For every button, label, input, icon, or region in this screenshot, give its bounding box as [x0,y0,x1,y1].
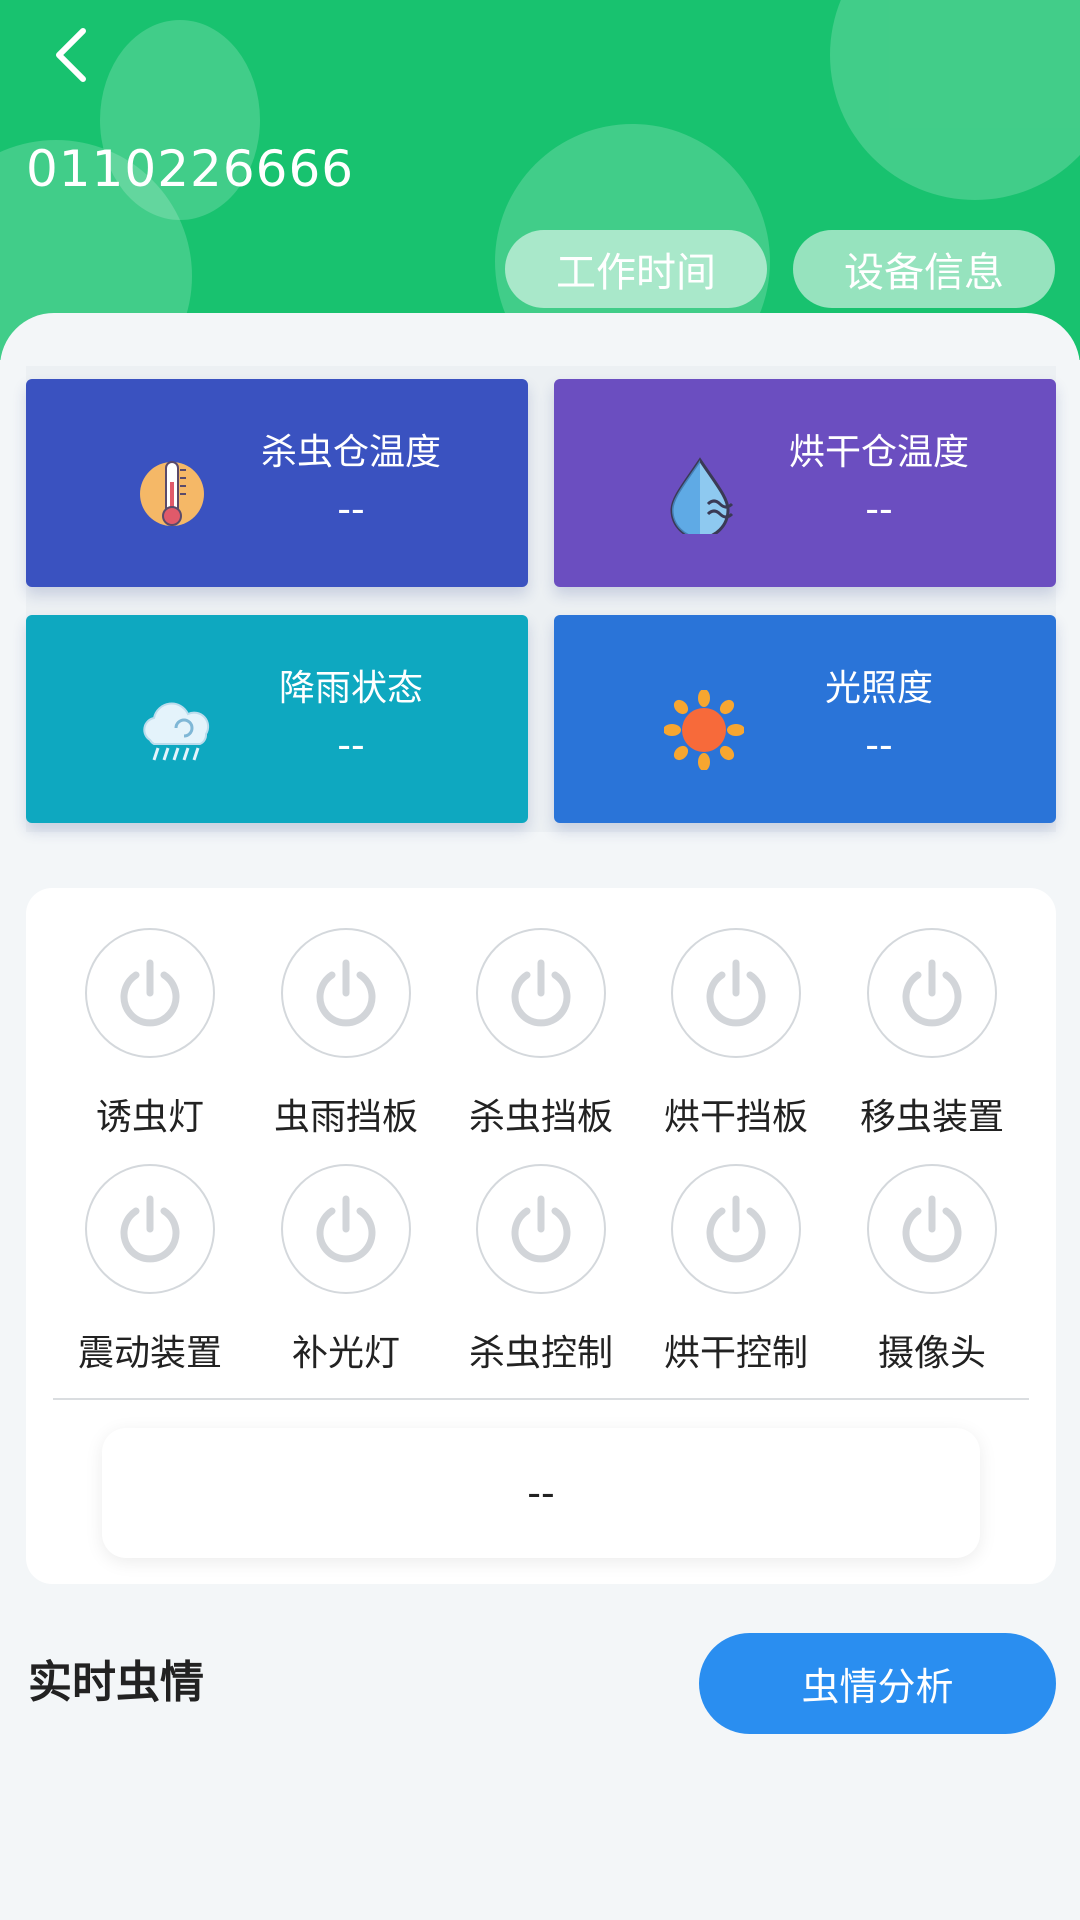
insect-analysis-button[interactable]: 虫情分析 [699,1633,1056,1734]
control-camera[interactable]: 摄像头 [834,1164,1030,1374]
sensor-value: -- [865,487,893,531]
power-icon [902,959,962,1027]
status-display: -- [102,1428,980,1558]
control-panel: 诱虫灯 虫雨挡板 杀虫挡板 烘干挡板 移虫装置 震动装置 补光灯 杀虫控制 烘干… [26,888,1056,1584]
power-button[interactable] [85,928,215,1058]
power-icon [120,959,180,1027]
device-id: 0110226666 [26,140,355,198]
control-label: 烘干挡板 [663,1097,808,1138]
sensor-card-kill-chamber-temp: 杀虫仓温度 -- [26,379,528,587]
control-insect-mover[interactable]: 移虫装置 [834,928,1030,1138]
control-label: 烘干控制 [663,1333,808,1374]
divider [53,1398,1029,1400]
sensor-value: -- [337,723,365,767]
power-icon [316,1195,376,1263]
control-kill-control[interactable]: 杀虫控制 [443,1164,639,1374]
control-label: 诱虫灯 [95,1097,204,1138]
power-button[interactable] [85,1164,215,1294]
power-icon [706,1195,766,1263]
control-kill-baffle[interactable]: 杀虫挡板 [443,928,639,1138]
chevron-left-icon [56,28,86,82]
sensor-card-illuminance: 光照度 -- [554,615,1056,823]
control-label: 补光灯 [291,1333,400,1374]
power-icon [902,1195,962,1263]
sensor-label: 降雨状态 [278,668,423,709]
device-info-button[interactable]: 设备信息 [793,230,1055,308]
control-dry-control[interactable]: 烘干控制 [638,1164,834,1374]
sensor-label: 光照度 [824,668,933,709]
sensor-card-rain-status: 降雨状态 -- [26,615,528,823]
power-button[interactable] [867,928,997,1058]
sensor-label: 烘干仓温度 [788,432,969,473]
sensor-card-dry-chamber-temp: 烘干仓温度 -- [554,379,1056,587]
power-icon [706,959,766,1027]
sensor-label: 杀虫仓温度 [260,432,441,473]
header-banner: 0110226666 工作时间 设备信息 [0,0,1080,360]
power-icon [511,1195,571,1263]
thermometer-icon [140,461,204,526]
control-label: 移虫装置 [859,1097,1004,1138]
power-button[interactable] [671,928,801,1058]
control-label: 震动装置 [77,1333,222,1374]
sensor-grid: 杀虫仓温度 -- 烘干仓温度 -- 降雨状态 -- 光照度 -- [26,366,1056,832]
control-rain-baffle[interactable]: 虫雨挡板 [248,928,444,1138]
power-button[interactable] [281,1164,411,1294]
control-trap-lamp[interactable]: 诱虫灯 [52,928,248,1138]
power-icon [316,959,376,1027]
humidity-drop-icon [670,457,734,534]
power-button[interactable] [867,1164,997,1294]
power-button[interactable] [671,1164,801,1294]
sensor-value: -- [865,723,893,767]
back-button[interactable] [36,20,106,90]
control-vibrator[interactable]: 震动装置 [52,1164,248,1374]
section-title-realtime-insects: 实时虫情 [28,1657,204,1708]
control-label: 杀虫挡板 [468,1097,613,1138]
rain-cloud-icon [143,702,210,761]
power-button[interactable] [476,1164,606,1294]
power-icon [120,1195,180,1263]
control-label: 摄像头 [877,1333,986,1374]
power-button[interactable] [476,928,606,1058]
control-label: 杀虫控制 [468,1333,613,1374]
work-time-button[interactable]: 工作时间 [505,230,767,308]
sun-icon [664,690,744,770]
control-fill-light[interactable]: 补光灯 [248,1164,444,1374]
control-dry-baffle[interactable]: 烘干挡板 [638,928,834,1138]
sensor-value: -- [337,487,365,531]
power-button[interactable] [281,928,411,1058]
control-label: 虫雨挡板 [273,1097,418,1138]
power-icon [511,959,571,1027]
